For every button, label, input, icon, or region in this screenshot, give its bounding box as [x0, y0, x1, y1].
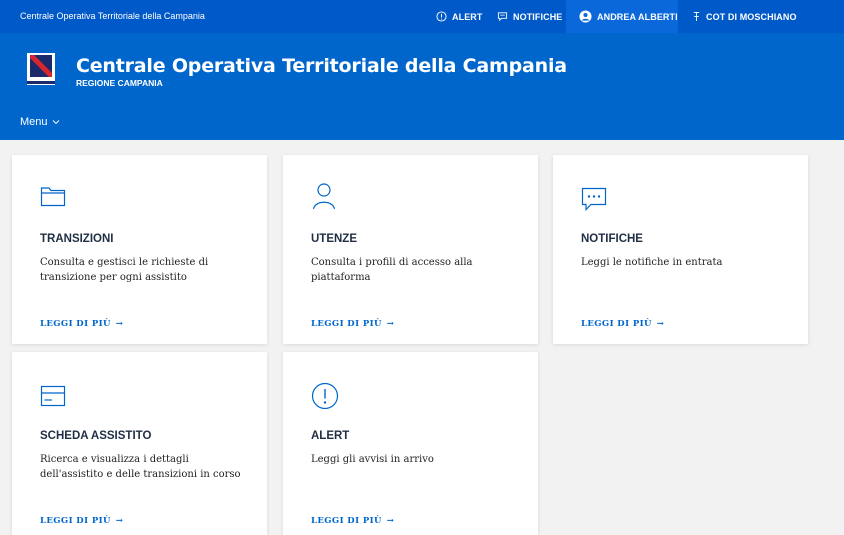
- card-description: Ricerca e visualizza i dettagli dell'ass…: [40, 454, 241, 480]
- read-more-link[interactable]: LEGGI DI PIÙ →: [40, 319, 123, 329]
- arrow-right-icon: →: [386, 516, 395, 526]
- card-title: TRANSIZIONI: [40, 233, 114, 245]
- read-more-label: LEGGI DI PIÙ: [311, 319, 382, 329]
- top-bar-brand[interactable]: Centrale Operativa Territoriale della Ca…: [20, 11, 205, 21]
- card-icon: [40, 385, 66, 407]
- notifiche-top-label: NOTIFICHE: [513, 11, 563, 22]
- user-name: ANDREA ALBERTI: [597, 11, 678, 22]
- page-title[interactable]: Centrale Operativa Territoriale della Ca…: [76, 55, 567, 77]
- read-more-label: LEGGI DI PIÙ: [40, 516, 111, 526]
- card-alert: ALERT Leggi gli avvisi in arrivo LEGGI D…: [283, 352, 538, 535]
- arrow-right-icon: →: [115, 516, 124, 526]
- card-description: Consulta e gestisci le richieste di tran…: [40, 257, 209, 283]
- notifiche-top-link[interactable]: NOTIFICHE: [497, 0, 562, 33]
- logo-shield: [30, 55, 52, 77]
- chat-icon: [581, 187, 607, 211]
- alert-top-label: ALERT: [452, 11, 483, 22]
- logo-caption: [27, 81, 55, 84]
- card-title: SCHEDA ASSISTITO: [40, 430, 152, 442]
- chevron-down-icon: [52, 120, 59, 125]
- top-bar: Centrale Operativa Territoriale della Ca…: [0, 0, 844, 33]
- card-notifiche: NOTIFICHE Leggi le notifiche in entrata …: [553, 155, 808, 344]
- card-scheda-assistito: SCHEDA ASSISTITO Ricerca e visualizza i …: [12, 352, 267, 535]
- alert-icon: [436, 11, 447, 22]
- card-title: UTENZE: [311, 233, 357, 245]
- menu-button[interactable]: Menu: [20, 116, 60, 128]
- card-description: Leggi gli avvisi in arrivo: [311, 454, 434, 465]
- read-more-label: LEGGI DI PIÙ: [311, 516, 382, 526]
- alert-top-link[interactable]: ALERT: [436, 0, 483, 33]
- menu-label: Menu: [20, 116, 48, 128]
- cot-selector[interactable]: COT DI MOSCHIANO: [692, 0, 797, 33]
- read-more-label: LEGGI DI PIÙ: [581, 319, 652, 329]
- cot-label: COT DI MOSCHIANO: [706, 11, 797, 22]
- user-menu[interactable]: ANDREA ALBERTI: [566, 0, 678, 33]
- page-subtitle: REGIONE CAMPANIA: [76, 78, 163, 88]
- folder-icon: [40, 187, 66, 207]
- arrow-right-icon: →: [386, 319, 395, 329]
- read-more-label: LEGGI DI PIÙ: [40, 319, 111, 329]
- regione-campania-logo[interactable]: [27, 53, 55, 85]
- read-more-link[interactable]: LEGGI DI PIÙ →: [581, 319, 664, 329]
- read-more-link[interactable]: LEGGI DI PIÙ →: [40, 516, 123, 526]
- card-transizioni: TRANSIZIONI Consulta e gestisci le richi…: [12, 155, 267, 344]
- pin-icon: [693, 12, 700, 21]
- arrow-right-icon: →: [656, 319, 665, 329]
- user-icon: [312, 183, 336, 210]
- card-description: Consulta i profili di accesso alla piatt…: [311, 257, 473, 283]
- chat-icon: [497, 12, 508, 22]
- card-title: ALERT: [311, 430, 350, 442]
- card-utenze: UTENZE Consulta i profili di accesso all…: [283, 155, 538, 344]
- main-header: Centrale Operativa Territoriale della Ca…: [0, 33, 844, 140]
- read-more-link[interactable]: LEGGI DI PIÙ →: [311, 319, 394, 329]
- card-description: Leggi le notifiche in entrata: [581, 257, 723, 268]
- read-more-link[interactable]: LEGGI DI PIÙ →: [311, 516, 394, 526]
- arrow-right-icon: →: [115, 319, 124, 329]
- card-title: NOTIFICHE: [581, 233, 643, 245]
- avatar-icon: [579, 10, 592, 23]
- alert-icon: [311, 382, 339, 410]
